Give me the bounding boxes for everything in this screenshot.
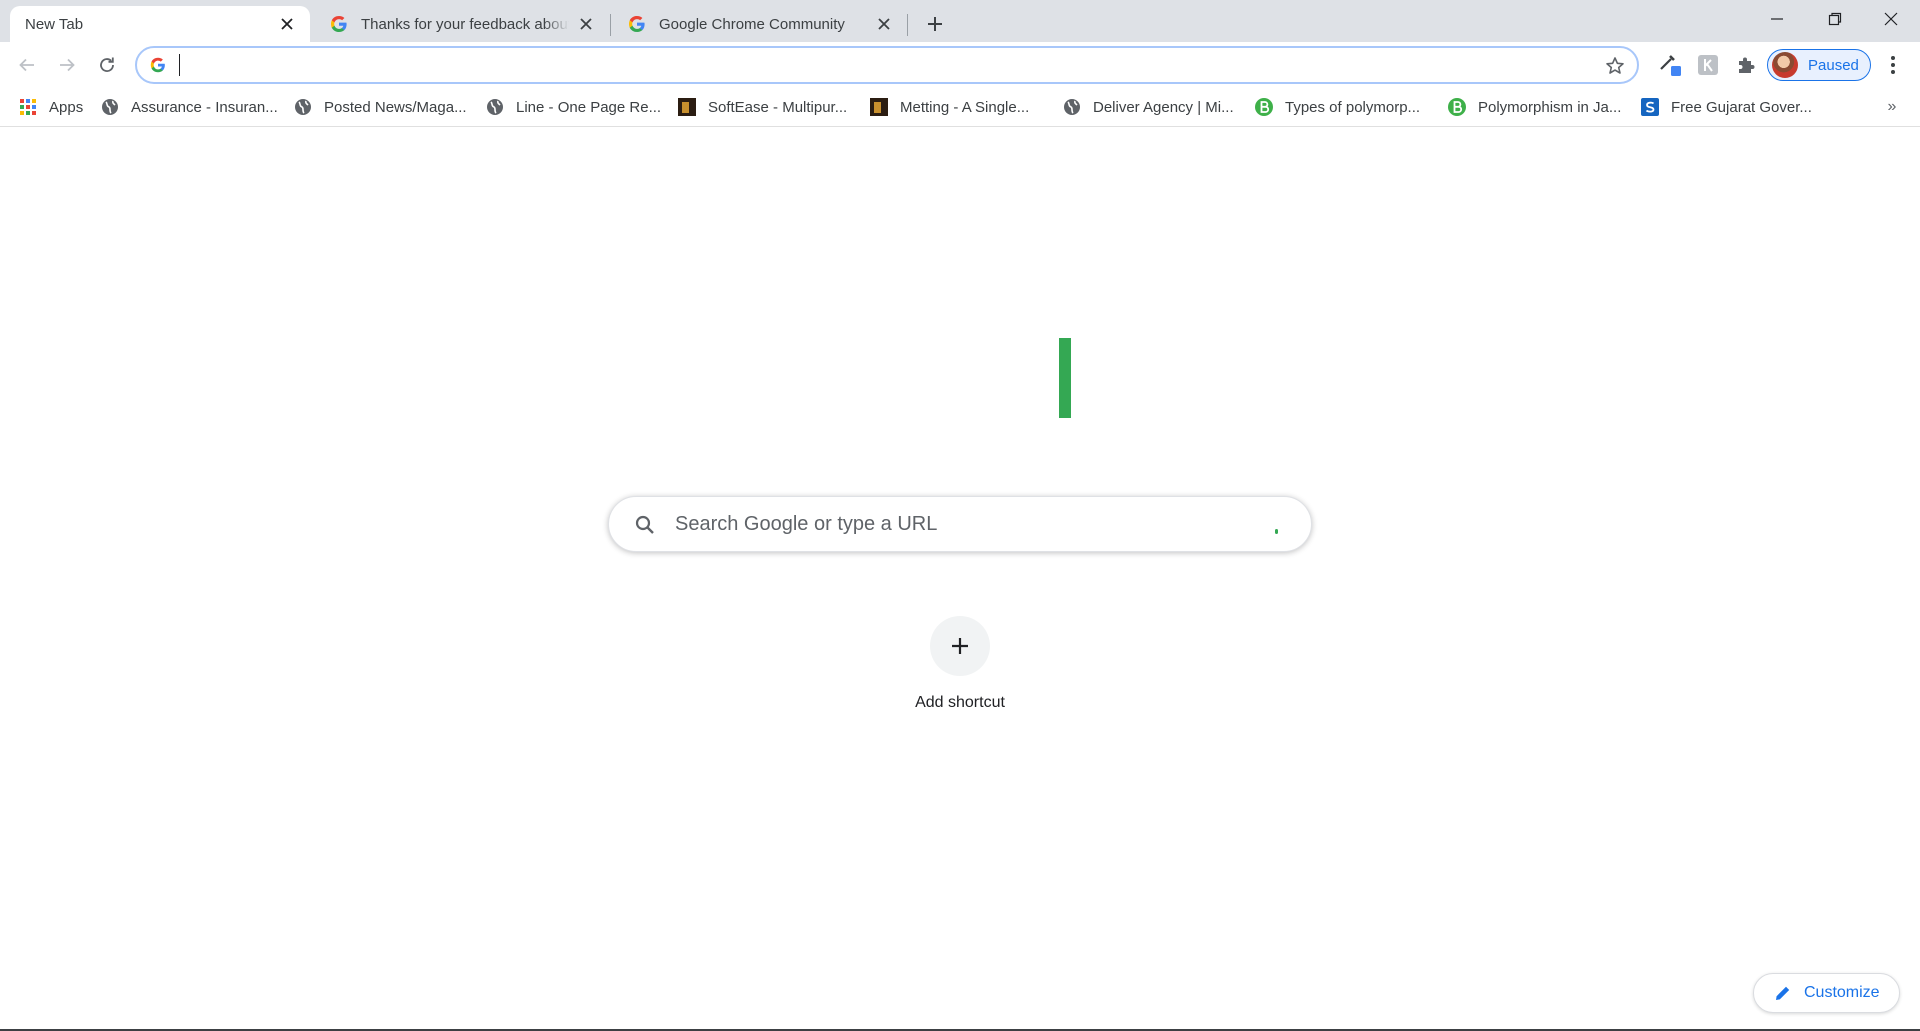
customize-label: Customize <box>1804 984 1880 1001</box>
globe-icon <box>486 98 504 116</box>
tab-title: Google Chrome Community <box>659 15 845 33</box>
close-icon[interactable] <box>276 13 298 35</box>
search-placeholder: Search Google or type a URL <box>675 513 938 535</box>
globe-icon <box>101 98 119 116</box>
b-green-icon <box>1448 98 1466 116</box>
bookmark-label: Polymorphism in Ja... <box>1478 98 1622 116</box>
s-blue-icon <box>1641 98 1659 116</box>
text-cursor <box>179 54 180 76</box>
minimize-icon <box>1771 18 1783 20</box>
bookmark-deliver-agency[interactable]: Deliver Agency | Mi... <box>1063 95 1234 119</box>
close-icon[interactable] <box>575 13 597 35</box>
arrow-right-icon <box>60 58 75 72</box>
tab-new-tab[interactable]: New Tab <box>10 6 310 42</box>
bookmark-label: Line - One Page Re... <box>516 98 662 116</box>
bookmark-star-icon[interactable] <box>1603 54 1627 78</box>
bookmark-label: Assurance - Insuran... <box>131 98 278 116</box>
kebab-menu-icon <box>1891 56 1895 74</box>
address-bar[interactable] <box>135 46 1639 84</box>
bookmark-polymorphism-java[interactable]: Polymorphism in Ja... <box>1448 95 1621 119</box>
extension-k-button[interactable] <box>1693 50 1723 80</box>
voice-search-icon[interactable] <box>1275 529 1278 534</box>
bookmarks-overflow-button[interactable]: » <box>1880 95 1904 119</box>
bookmark-label: Free Gujarat Gover... <box>1671 98 1812 116</box>
back-button[interactable] <box>10 48 44 82</box>
bookmark-label: Types of polymorp... <box>1285 98 1421 116</box>
extension-dropper-button[interactable] <box>1655 50 1685 80</box>
extension-k-icon <box>1698 55 1718 75</box>
bookmark-types-polymorphism[interactable]: Types of polymorp... <box>1255 95 1420 119</box>
plus-icon <box>952 638 968 654</box>
site-thumbnail-icon <box>870 98 888 116</box>
profile-button[interactable]: Paused <box>1767 49 1871 81</box>
bookmark-label: Deliver Agency | Mi... <box>1093 98 1234 116</box>
search-icon <box>635 515 654 534</box>
bookmark-softease[interactable]: SoftEase - Multipur... <box>678 95 847 119</box>
bookmark-assurance[interactable]: Assurance - Insuran... <box>101 95 278 119</box>
tab-separator <box>907 14 908 36</box>
globe-icon <box>294 98 312 116</box>
reload-button[interactable] <box>90 48 124 82</box>
chrome-menu-button[interactable] <box>1880 50 1906 80</box>
customize-button[interactable]: Customize <box>1753 973 1900 1013</box>
bookmark-label: Apps <box>49 98 84 116</box>
bookmark-apps[interactable]: Apps <box>19 95 83 119</box>
close-icon[interactable] <box>873 13 895 35</box>
profile-status-label: Paused <box>1808 56 1859 74</box>
bookmark-label: Metting - A Single... <box>900 98 1030 116</box>
window-close-button[interactable] <box>1862 0 1920 38</box>
bookmarks-bar: Apps Assurance - Insuran... Posted News/… <box>0 87 1920 127</box>
bookmark-line[interactable]: Line - One Page Re... <box>486 95 661 119</box>
doodle-logo <box>1059 338 1071 418</box>
reload-icon <box>100 57 114 72</box>
add-shortcut-label: Add shortcut <box>915 694 1005 711</box>
tab-title: Thanks for your feedback about Google Ch… <box>361 15 569 33</box>
forward-button[interactable] <box>50 48 84 82</box>
bookmark-free-gujarat[interactable]: Free Gujarat Gover... <box>1641 95 1812 119</box>
b-green-icon <box>1255 98 1273 116</box>
close-icon <box>1884 12 1898 26</box>
add-shortcut-button[interactable]: Add shortcut <box>900 616 1020 716</box>
address-input[interactable] <box>177 52 1577 78</box>
restore-icon <box>1828 12 1842 26</box>
google-g-icon <box>150 57 165 73</box>
minimize-button[interactable] <box>1748 0 1806 38</box>
bookmark-metting[interactable]: Metting - A Single... <box>870 95 1029 119</box>
ntp-search-box[interactable]: Search Google or type a URL <box>608 496 1312 552</box>
puzzle-icon <box>1739 57 1755 73</box>
google-g-icon <box>331 16 347 32</box>
tab-title: New Tab <box>25 15 84 33</box>
pencil-icon <box>1776 986 1790 1000</box>
google-g-icon <box>629 16 645 32</box>
tab-feedback[interactable]: Thanks for your feedback about Google Ch… <box>314 6 609 42</box>
site-thumbnail-icon <box>678 98 696 116</box>
tab-separator <box>610 14 611 36</box>
extensions-button[interactable] <box>1731 50 1761 80</box>
globe-icon <box>1063 98 1081 116</box>
eyedropper-icon <box>1660 55 1681 76</box>
avatar <box>1772 52 1798 78</box>
bookmark-label: SoftEase - Multipur... <box>708 98 848 116</box>
plus-icon <box>928 17 942 31</box>
toolbar: Paused <box>0 42 1920 87</box>
tab-strip: New Tab Thanks for your feedback about G… <box>0 0 1920 42</box>
new-tab-button[interactable] <box>920 9 950 39</box>
apps-grid-icon <box>19 98 37 116</box>
bookmark-label: Posted News/Maga... <box>324 98 467 116</box>
add-shortcut-tile[interactable] <box>930 616 990 676</box>
restore-button[interactable] <box>1806 0 1864 38</box>
tab-chrome-community[interactable]: Google Chrome Community <box>612 6 907 42</box>
bookmark-posted-news[interactable]: Posted News/Maga... <box>294 95 467 119</box>
arrow-left-icon <box>19 58 34 72</box>
